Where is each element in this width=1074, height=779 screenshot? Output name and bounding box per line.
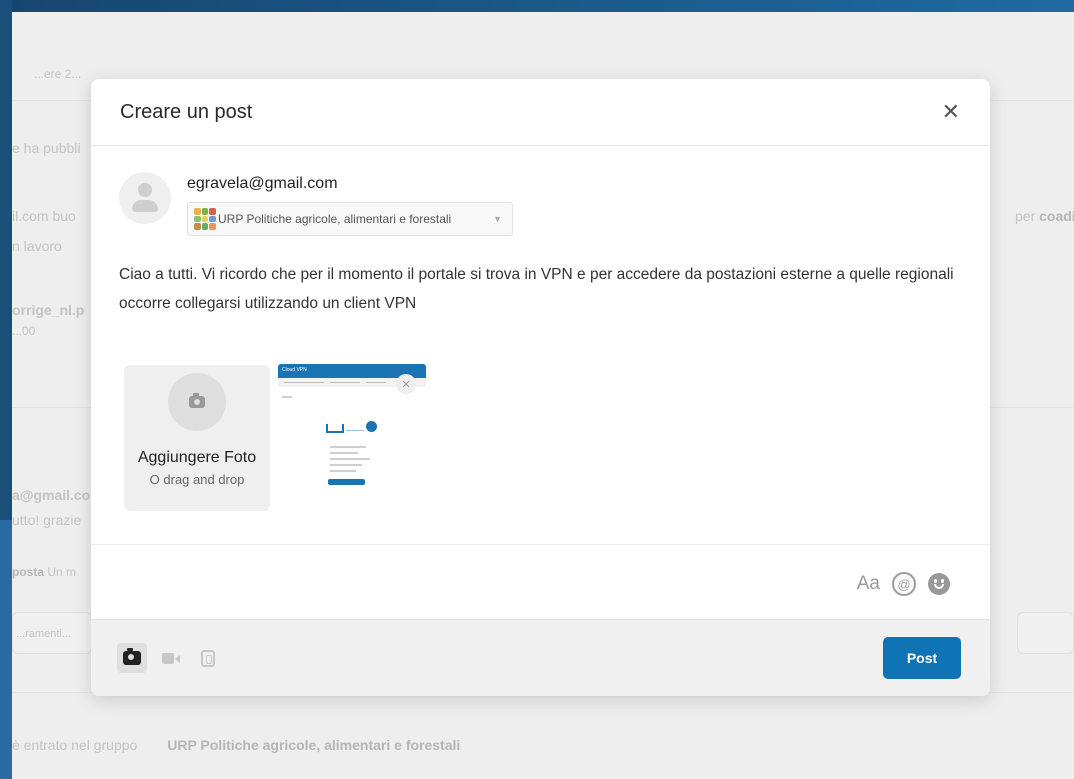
camera-icon <box>123 648 141 665</box>
feed-snippet-right: per coadiuv <box>1015 208 1074 224</box>
feed-snippet-row: posta Un m <box>12 565 76 579</box>
feed-snippet-right-prefix: per <box>1015 208 1036 224</box>
feed-joined-group: URP Politiche agricole, alimentari e for… <box>167 737 461 753</box>
file-mode-button[interactable] <box>193 643 223 673</box>
add-photo-sublabel: O drag and drop <box>149 472 245 487</box>
dialog-footer: Post <box>91 619 990 696</box>
feed-snippet: orrige_nl.p <box>12 302 85 318</box>
feed-snippet: n lavoro <box>12 238 62 254</box>
format-toolbar: Aa @ <box>857 572 950 596</box>
chevron-down-icon: ▼ <box>493 214 502 224</box>
author-info: egravela@gmail.com URP Politiche agricol… <box>187 172 513 236</box>
feed-joined-text: è entrato nel gruppo <box>12 737 138 753</box>
camera-icon <box>168 373 226 431</box>
mention-icon[interactable]: @ <box>892 572 916 596</box>
thumbnail-header-text: Cloud VPN <box>282 367 307 373</box>
feed-snippet-right-bold: coadiuv <box>1039 208 1074 224</box>
dialog-header: Creare un post ✕ <box>91 79 990 146</box>
emoji-icon[interactable] <box>928 573 950 595</box>
window-top-band <box>0 0 1074 12</box>
media-type-toolbar <box>117 643 223 673</box>
feed-snippet-label: posta <box>12 565 45 579</box>
group-select[interactable]: URP Politiche agricole, alimentari e for… <box>187 202 513 236</box>
video-icon <box>161 652 180 664</box>
composer-divider <box>91 544 990 545</box>
dialog-title: Creare un post <box>120 100 253 123</box>
video-mode-button[interactable] <box>155 643 185 673</box>
feed-snippet: a@gmail.co <box>12 487 91 503</box>
text-format-icon[interactable]: Aa <box>857 573 880 595</box>
feed-snippet: e ha pubbli <box>12 140 81 156</box>
group-select-value: URP Politiche agricole, alimentari e for… <box>218 212 452 226</box>
close-icon[interactable]: ✕ <box>942 101 960 123</box>
add-photo-label: Aggiungere Foto <box>137 449 257 466</box>
feed-search-hint: ...ere 2... <box>34 67 82 81</box>
feed-snippet: utto! grazie <box>12 512 82 528</box>
add-photo-button[interactable]: Aggiungere Foto O drag and drop <box>124 365 270 511</box>
feed-comment-actions <box>1017 612 1074 654</box>
author-email: egravela@gmail.com <box>187 175 338 192</box>
feed-snippet: ...00 <box>12 324 36 338</box>
attachment-icon <box>201 649 215 667</box>
window-left-band-lower <box>0 520 12 779</box>
post-button[interactable]: Post <box>883 637 961 679</box>
photo-mode-button[interactable] <box>117 643 147 673</box>
feed-snippet-rest: Un m <box>47 565 77 579</box>
feed-snippet: ...ramenti... <box>16 628 72 640</box>
create-post-dialog: Creare un post ✕ egravela@gmail.com URP … <box>91 79 990 696</box>
feed-snippet: il.com buo <box>12 208 76 224</box>
post-author: egravela@gmail.com URP Politiche agricol… <box>119 172 513 236</box>
remove-image-icon[interactable]: × <box>396 374 416 394</box>
group-logo-icon <box>194 208 216 230</box>
post-text-area[interactable]: Ciao a tutti. Vi ricordo che per il mome… <box>119 260 979 318</box>
avatar <box>119 172 171 224</box>
feed-joined-row: è entrato nel gruppo URP Politiche agric… <box>12 737 460 753</box>
